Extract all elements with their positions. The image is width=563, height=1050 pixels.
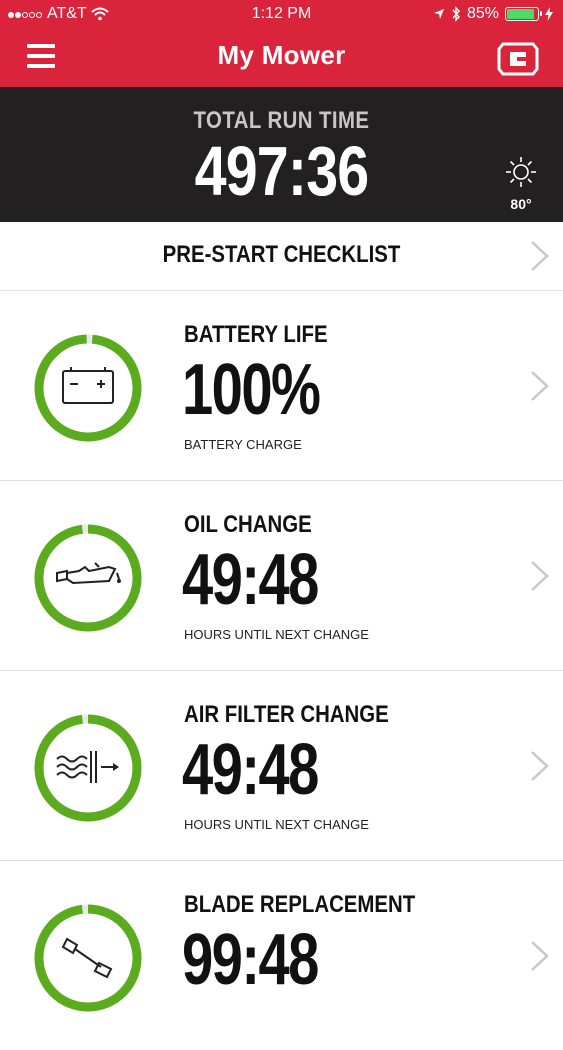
battery-percent: 85% xyxy=(466,5,499,22)
brand-logo-icon[interactable] xyxy=(497,40,539,78)
charging-bolt-icon xyxy=(545,7,553,21)
total-run-time-panel: TOTAL RUN TIME 497:36 80° xyxy=(0,87,563,222)
item-title: OIL CHANGE xyxy=(184,511,312,538)
item-value: 99:48 xyxy=(182,920,319,1000)
sun-icon xyxy=(506,157,536,187)
item-title: AIR FILTER CHANGE xyxy=(184,701,389,728)
battery-progress-ring xyxy=(34,334,142,442)
oil-progress-ring xyxy=(34,524,142,632)
nav-bar: My Mower xyxy=(0,30,563,87)
battery-life-row[interactable]: BATTERY LIFE 100% BATTERY CHARGE xyxy=(0,291,563,481)
page-title: My Mower xyxy=(217,40,346,70)
chevron-right-icon xyxy=(531,241,549,271)
battery-status-icon xyxy=(505,7,542,21)
status-right: 85% xyxy=(433,5,553,23)
chevron-right-icon xyxy=(531,561,549,591)
item-title: BLADE REPLACEMENT xyxy=(184,891,416,918)
oil-can-icon xyxy=(56,562,120,585)
location-arrow-icon xyxy=(433,9,444,19)
chevron-right-icon xyxy=(531,371,549,401)
blade-progress-ring xyxy=(34,904,142,1012)
item-value: 100% xyxy=(182,350,321,430)
item-subtitle: HOURS UNTIL NEXT CHANGE xyxy=(184,817,369,832)
pre-start-checklist-row[interactable]: PRE-START CHECKLIST xyxy=(0,222,563,291)
blade-icon xyxy=(61,937,113,979)
air-filter-icon xyxy=(56,751,113,783)
battery-icon xyxy=(62,367,114,404)
weather-widget: 80° xyxy=(503,155,539,212)
bluetooth-icon xyxy=(452,6,460,22)
checklist-label: PRE-START CHECKLIST xyxy=(162,241,401,268)
air-filter-change-row[interactable]: AIR FILTER CHANGE 49:48 HOURS UNTIL NEXT… xyxy=(0,671,563,861)
item-value: 49:48 xyxy=(182,730,319,810)
run-time-value: 497:36 xyxy=(194,132,370,210)
air-filter-progress-ring xyxy=(34,714,142,822)
temperature-value: 80° xyxy=(510,196,532,212)
blade-replacement-row[interactable]: BLADE REPLACEMENT 99:48 xyxy=(0,861,563,1050)
oil-change-row[interactable]: OIL CHANGE 49:48 HOURS UNTIL NEXT CHANGE xyxy=(0,481,563,671)
item-subtitle: HOURS UNTIL NEXT CHANGE xyxy=(184,627,369,642)
chevron-right-icon xyxy=(531,941,549,971)
item-title: BATTERY LIFE xyxy=(184,321,328,348)
item-subtitle: BATTERY CHARGE xyxy=(184,437,302,452)
chevron-right-icon xyxy=(531,751,549,781)
item-value: 49:48 xyxy=(182,540,319,620)
status-bar: AT&T 1:12 PM 85% xyxy=(0,0,563,30)
